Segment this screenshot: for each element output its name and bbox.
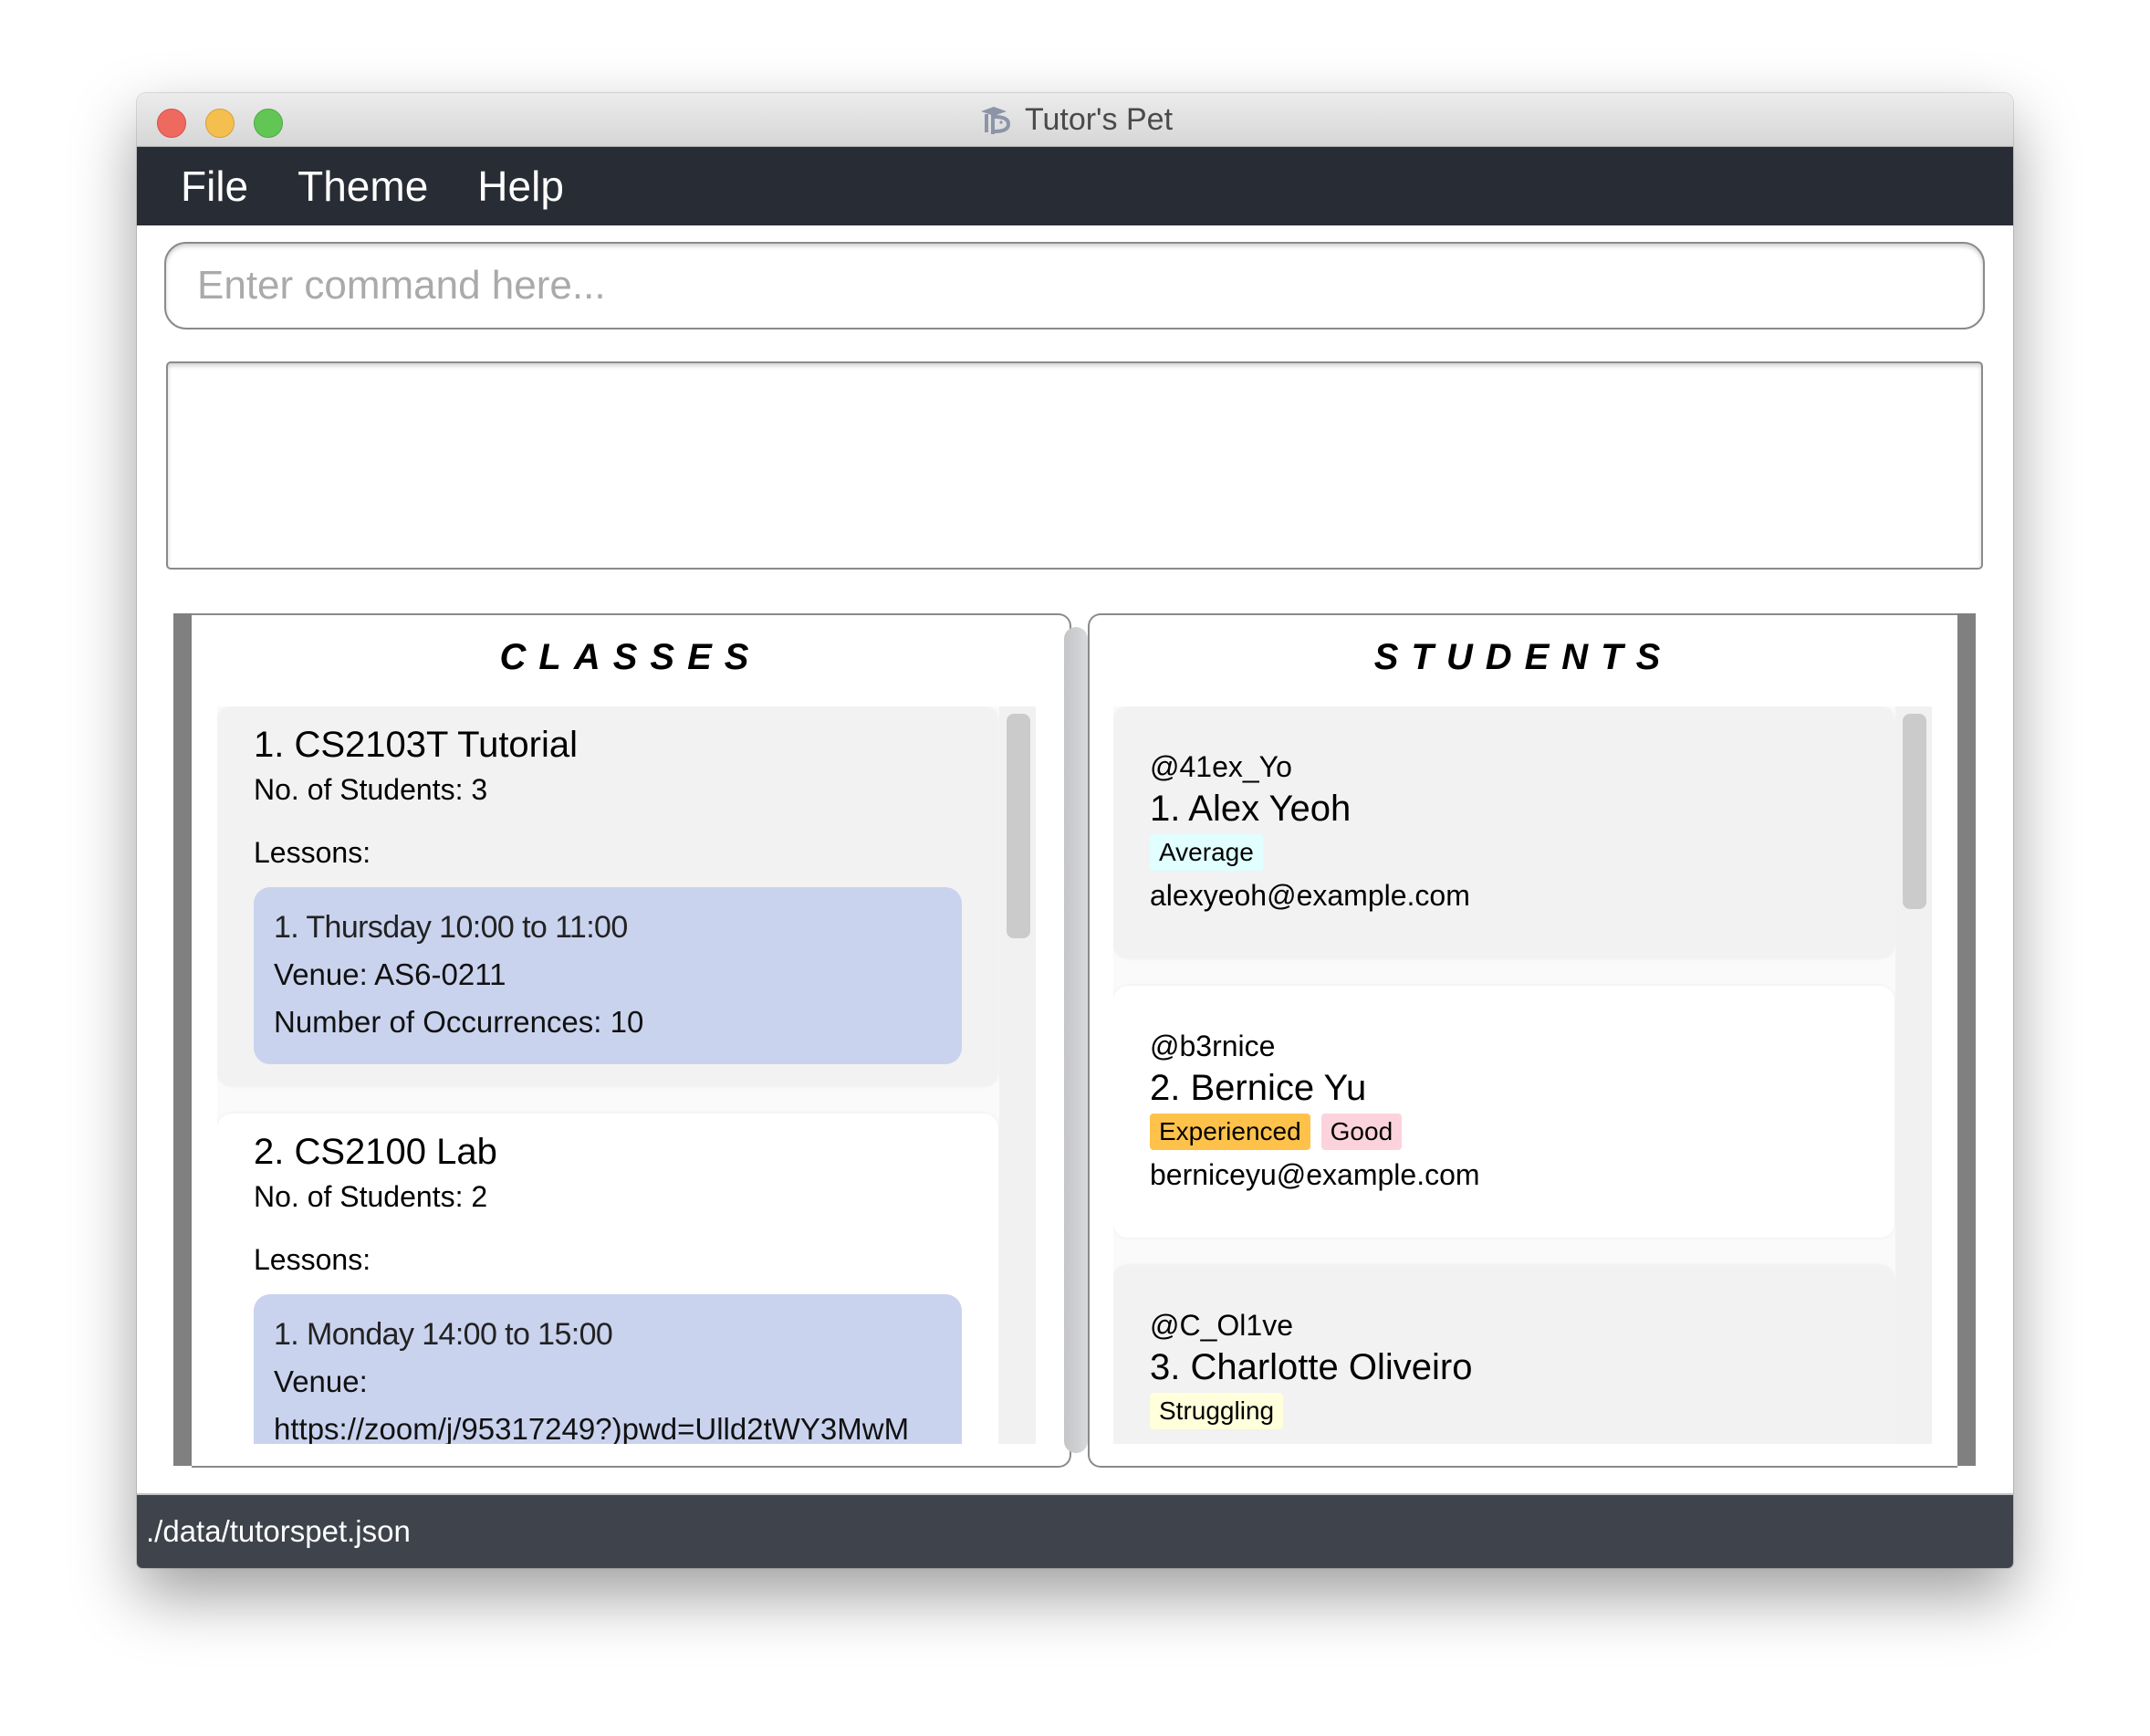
student-card[interactable]: @b3rnice 2. Bernice Yu Experienced Good …	[1113, 986, 1894, 1238]
student-tag: Good	[1320, 1114, 1403, 1150]
menu-file[interactable]: File	[181, 162, 248, 211]
student-list-scroll-thumb[interactable]	[1903, 714, 1926, 909]
lesson-time: 1. Monday 14:00 to 15:00	[274, 1317, 613, 1352]
app-logo-icon	[980, 106, 1010, 134]
lesson-occurrences: Number of Occurrences: 10	[274, 1005, 644, 1039]
classes-panel-edge	[173, 613, 192, 1466]
student-handle: @b3rnice	[1150, 1030, 1276, 1062]
app-window: Tutor's Pet File Theme Help CLASSES 1. C…	[137, 93, 2013, 1568]
student-name: 3. Charlotte Oliveiro	[1150, 1347, 1473, 1387]
lesson-time: 1. Thursday 10:00 to 11:00	[274, 910, 628, 945]
lessons-label: Lessons:	[254, 1243, 371, 1276]
lessons-label: Lessons:	[254, 836, 371, 869]
students-panel: STUDENTS @41ex_Yo 1. Alex Yeoh Average a…	[1088, 613, 1957, 1468]
lesson-card[interactable]: 1. Thursday 10:00 to 11:00 Venue: AS6-02…	[254, 887, 962, 1064]
class-title: 1. CS2103T Tutorial	[254, 725, 579, 765]
title-bar[interactable]: Tutor's Pet	[137, 93, 2013, 147]
status-bar: ./data/tutorspet.json	[137, 1493, 2013, 1568]
student-list-scrollbar[interactable]	[1895, 706, 1932, 1444]
student-email: berniceyu@example.com	[1150, 1158, 1480, 1191]
class-student-count: No. of Students: 2	[254, 1180, 488, 1213]
window-title: Tutor's Pet	[1024, 102, 1174, 137]
class-title: 2. CS2100 Lab	[254, 1132, 497, 1172]
lesson-venue: Venue:	[274, 1365, 368, 1398]
student-name: 1. Alex Yeoh	[1150, 789, 1352, 829]
student-tag: Struggling	[1150, 1393, 1284, 1429]
result-display[interactable]	[166, 361, 1983, 570]
student-name: 2. Bernice Yu	[1150, 1068, 1367, 1108]
menu-theme[interactable]: Theme	[297, 162, 428, 211]
lesson-card[interactable]: 1. Monday 14:00 to 15:00 Venue: https://…	[254, 1294, 962, 1444]
class-list: 1. CS2103T Tutorial No. of Students: 3 L…	[217, 706, 1036, 1444]
student-tag: Experienced	[1150, 1114, 1310, 1150]
lesson-venue-value: https://zoom/j/95317249?)pwd=Ulld2tWY3Mw…	[274, 1412, 910, 1444]
menu-bar: File Theme Help	[137, 147, 2013, 225]
class-student-count: No. of Students: 3	[254, 773, 488, 806]
data-file-path: ./data/tutorspet.json	[146, 1514, 411, 1548]
students-panel-edge	[1957, 613, 1976, 1466]
student-list: @41ex_Yo 1. Alex Yeoh Average alexyeoh@e…	[1113, 706, 1932, 1444]
student-card[interactable]: @C_Ol1ve 3. Charlotte Oliveiro Strugglin…	[1113, 1265, 1894, 1444]
lesson-venue: Venue: AS6-0211	[274, 957, 506, 991]
student-tag: Average	[1150, 834, 1263, 871]
student-card[interactable]: @41ex_Yo 1. Alex Yeoh Average alexyeoh@e…	[1113, 706, 1894, 958]
command-input[interactable]	[166, 244, 1983, 328]
panel-splitter[interactable]	[1064, 627, 1088, 1453]
student-handle: @41ex_Yo	[1150, 750, 1292, 783]
menu-help[interactable]: Help	[477, 162, 564, 211]
command-box	[164, 242, 1985, 329]
class-card[interactable]: 2. CS2100 Lab No. of Students: 2 Lessons…	[217, 1114, 998, 1444]
student-handle: @C_Ol1ve	[1150, 1309, 1293, 1342]
classes-panel-title: CLASSES	[499, 637, 762, 677]
student-email: alexyeoh@example.com	[1150, 879, 1470, 912]
classes-panel: CLASSES 1. CS2103T Tutorial No. of Stude…	[192, 613, 1071, 1468]
students-panel-title: STUDENTS	[1373, 637, 1674, 677]
class-card[interactable]: 1. CS2103T Tutorial No. of Students: 3 L…	[217, 706, 998, 1086]
class-list-scroll-thumb[interactable]	[1007, 714, 1030, 938]
class-list-scrollbar[interactable]	[999, 706, 1036, 1444]
